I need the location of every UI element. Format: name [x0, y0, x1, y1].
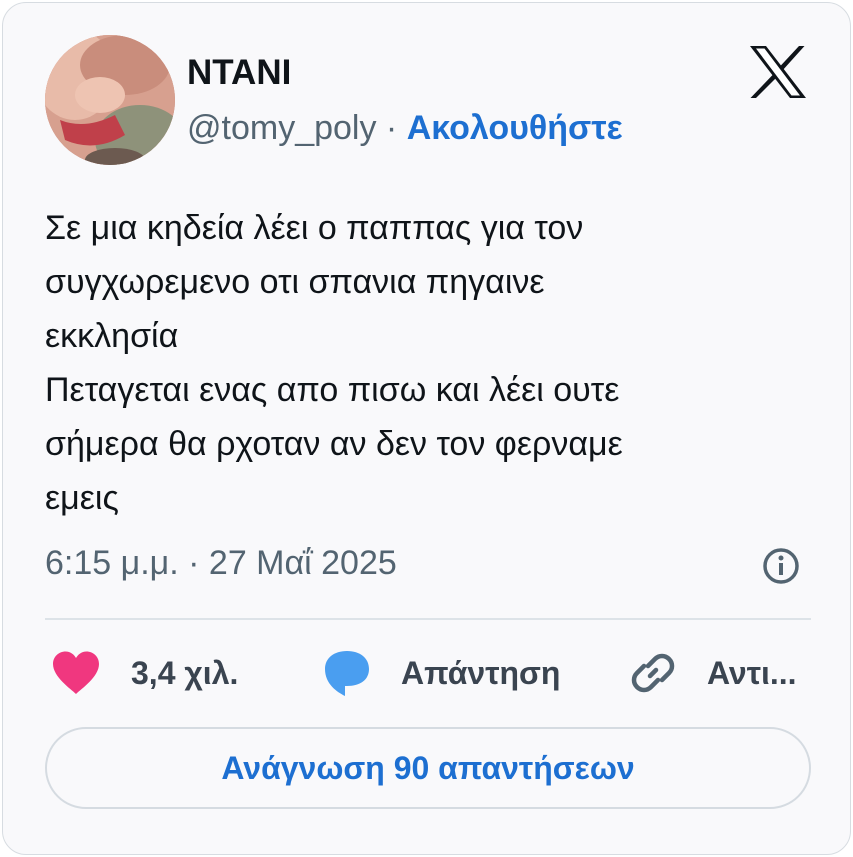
tweet-line: συγχωρεμενο οτι σπανια πηγαινε [45, 263, 545, 301]
copy-link-button[interactable]: Αντι... [629, 645, 797, 701]
tweet-text: Σε μια κηδεία λέει ο παππας για τον συγχ… [45, 201, 805, 525]
display-name[interactable]: NTANI [187, 53, 291, 93]
info-icon[interactable] [761, 546, 801, 586]
tweet-line: Πεταγεται ενας απο πισω και λέει ουτε [45, 371, 620, 409]
user-handle[interactable]: @tomy_poly [187, 109, 376, 147]
divider [45, 618, 811, 620]
avatar[interactable] [45, 35, 175, 165]
tweet-line: Σε μια κηδεία λέει ο παππας για τον [45, 209, 584, 247]
reply-label: Απάντηση [401, 654, 561, 691]
speech-bubble-icon [325, 651, 369, 696]
tweet-card: NTANI @tomy_poly · Ακολουθήστε Σε μια κη… [2, 2, 851, 855]
link-icon [631, 653, 675, 693]
heart-icon [53, 651, 99, 694]
avatar-image [45, 35, 175, 165]
tweet-line: εμεις [45, 479, 119, 517]
copy-link-label: Αντι... [707, 654, 797, 691]
reply-button[interactable]: Απάντηση [321, 645, 560, 701]
like-count: 3,4 χιλ. [131, 654, 239, 691]
tweet-line: σήμερα θα ρχοταν αν δεν τον φερναμε [45, 425, 623, 463]
follow-button[interactable]: Ακολουθήστε [407, 109, 623, 147]
read-replies-button[interactable]: Ανάγνωση 90 απαντήσεων [45, 727, 811, 809]
like-button[interactable]: 3,4 χιλ. [51, 645, 238, 701]
tweet-line: εκκλησία [45, 317, 179, 355]
tweet-timestamp[interactable]: 6:15 μ.μ. · 27 Μαΐ 2025 [45, 544, 397, 583]
x-logo-icon[interactable] [749, 45, 807, 99]
separator-dot: · [376, 109, 407, 147]
handle-row: @tomy_poly · Ακολουθήστε [187, 109, 623, 148]
